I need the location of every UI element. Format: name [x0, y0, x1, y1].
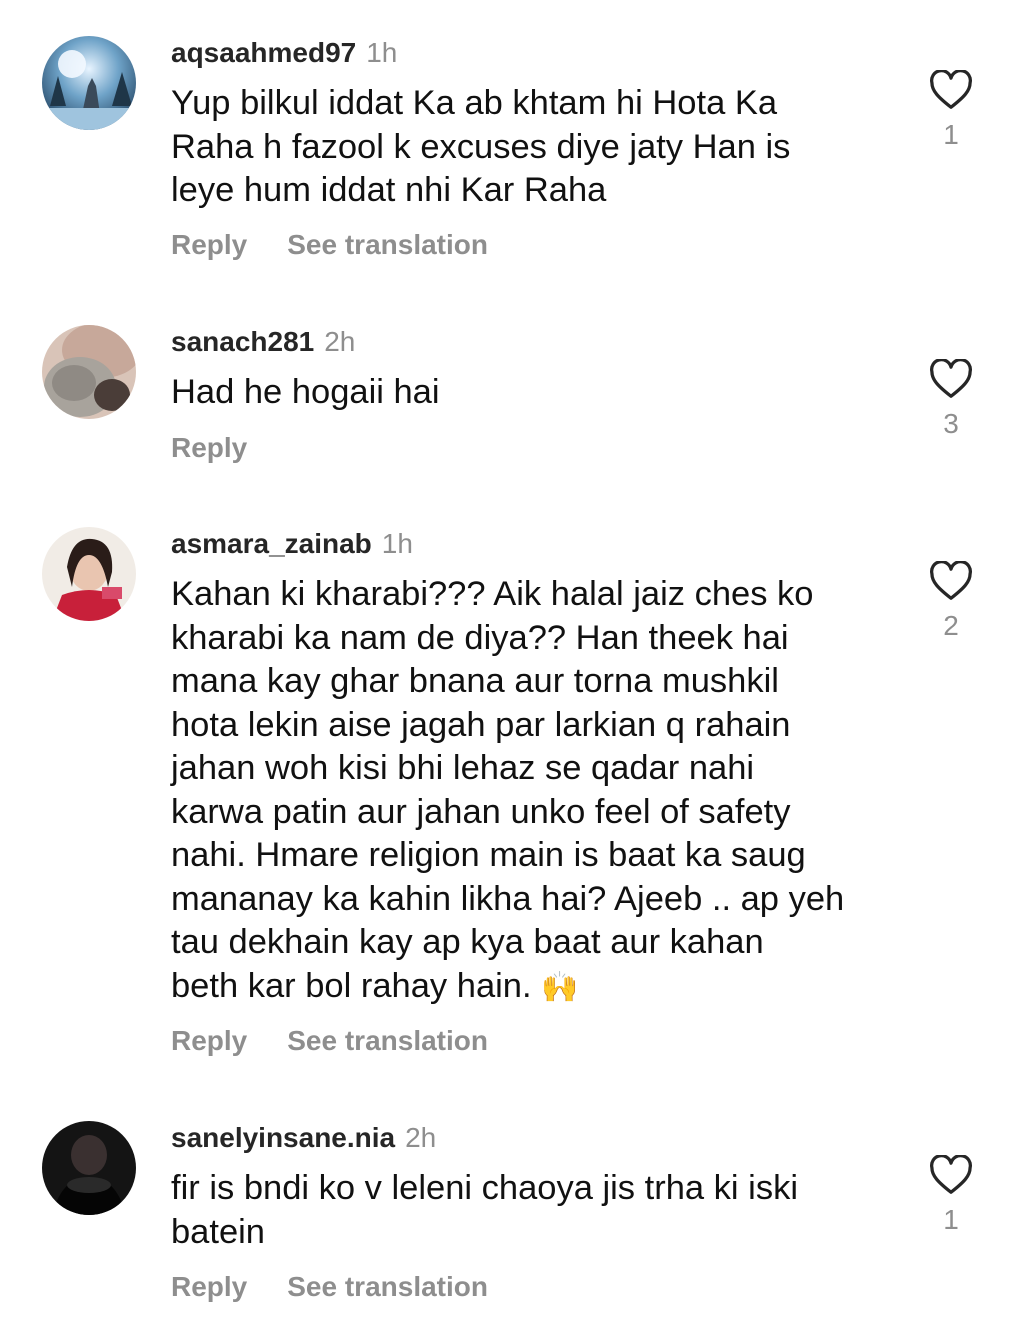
avatar[interactable]: [42, 1121, 136, 1215]
reply-button[interactable]: Reply: [171, 229, 247, 260]
comment-username[interactable]: sanelyinsane.nia: [171, 1122, 395, 1153]
comment-username[interactable]: aqsaahmed97: [171, 37, 356, 68]
reply-button[interactable]: Reply: [171, 1271, 247, 1302]
heart-outline-icon[interactable]: [929, 1155, 973, 1195]
like-count: 3: [943, 408, 959, 439]
see-translation-button[interactable]: See translation: [287, 1271, 488, 1302]
comment-time: 2h: [405, 1122, 437, 1153]
comment-text: fir is bndi ko v leleni chaoya jis trha …: [171, 1169, 798, 1251]
comment-username[interactable]: asmara_zainab: [171, 528, 372, 559]
heart-outline-icon[interactable]: [929, 561, 973, 601]
comment-text-body: Kahan ki kharabi??? Aik halal jaiz ches …: [171, 575, 845, 1005]
heart-outline-icon[interactable]: [929, 359, 973, 399]
comment-username[interactable]: sanach281: [171, 326, 314, 357]
comment-time: 2h: [324, 326, 356, 357]
reply-button[interactable]: Reply: [171, 1025, 247, 1056]
comment-text: Had he hogaii hai: [171, 373, 440, 411]
avatar[interactable]: [42, 36, 136, 130]
see-translation-button[interactable]: See translation: [287, 229, 488, 260]
comment-text: Kahan ki kharabi??? Aik halal jaiz ches …: [171, 573, 891, 1009]
comment-time: 1h: [366, 37, 398, 68]
reply-button[interactable]: Reply: [171, 432, 247, 463]
see-translation-button[interactable]: See translation: [287, 1025, 488, 1056]
raising-hands-emoji: 🙌: [541, 970, 579, 1004]
like-count: 1: [943, 119, 959, 150]
comment-text: Yup bilkul iddat Ka ab khtam hi Hota Ka …: [171, 84, 791, 209]
avatar[interactable]: [42, 527, 136, 621]
avatar[interactable]: [42, 325, 136, 419]
heart-outline-icon[interactable]: [929, 70, 973, 110]
like-count: 1: [943, 1204, 959, 1235]
like-count: 2: [943, 610, 959, 641]
comment-time: 1h: [381, 528, 413, 559]
